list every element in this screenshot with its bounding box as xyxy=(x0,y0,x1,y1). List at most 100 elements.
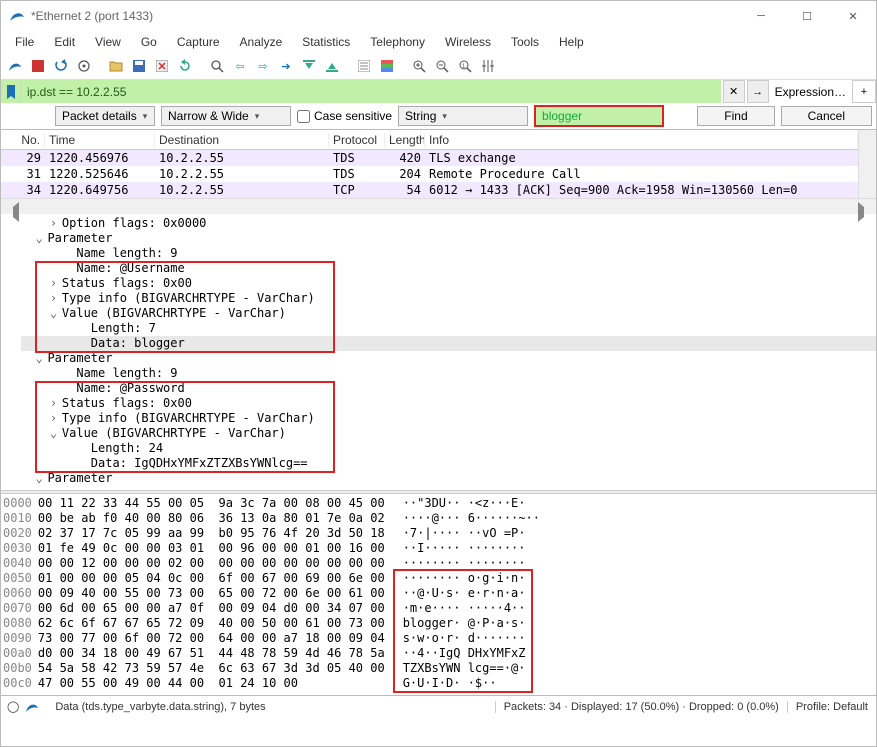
find-icon[interactable] xyxy=(207,56,227,76)
hex-bytes[interactable]: 00 6d 00 65 00 00 a7 0f 00 09 04 d0 00 3… xyxy=(38,601,385,616)
packet-bytes-pane[interactable]: 0000001000200030004000500060007000800090… xyxy=(1,494,876,695)
open-file-icon[interactable] xyxy=(106,56,126,76)
hex-bytes[interactable]: 62 6c 6f 67 67 65 72 09 40 00 50 00 61 0… xyxy=(38,616,385,631)
hex-ascii[interactable]: ····@··· 6······~·· xyxy=(403,511,540,526)
tree-node[interactable]: ›Status flags: 0x00 xyxy=(21,396,876,411)
hex-bytes[interactable]: 00 00 12 00 00 00 02 00 00 00 00 00 00 0… xyxy=(38,556,385,571)
hex-bytes[interactable]: 54 5a 58 42 73 59 57 4e 6c 63 67 3d 3d 0… xyxy=(38,661,385,676)
stop-capture-icon[interactable] xyxy=(28,56,48,76)
tree-node[interactable]: Name: @Username xyxy=(21,261,876,276)
cancel-button[interactable]: Cancel xyxy=(781,106,872,126)
tree-node[interactable]: Data: IgQDHxYMFxZTZXBsYWNlcg== xyxy=(21,456,876,471)
restart-capture-icon[interactable] xyxy=(51,56,71,76)
hex-ascii[interactable]: TZXBsYWN lcg==·@· xyxy=(403,661,540,676)
hex-ascii[interactable]: s·w·o·r· d······· xyxy=(403,631,540,646)
colorize-icon[interactable] xyxy=(377,56,397,76)
search-charset-dropdown[interactable]: Narrow & Wide xyxy=(161,106,291,126)
menu-capture[interactable]: Capture xyxy=(169,33,228,51)
status-profile[interactable]: Profile: Default xyxy=(788,701,876,713)
case-sensitive-checkbox[interactable]: Case sensitive xyxy=(297,109,392,123)
packet-list-vscrollbar[interactable] xyxy=(858,130,876,198)
tree-node[interactable]: ⌄Parameter xyxy=(21,471,876,486)
hex-bytes[interactable]: 01 00 00 00 05 04 0c 00 6f 00 67 00 69 0… xyxy=(38,571,385,586)
col-time[interactable]: Time xyxy=(45,133,155,147)
expression-button[interactable]: Expression… xyxy=(769,80,852,103)
packet-row[interactable]: 341220.64975610.2.2.55TCP546012 → 1433 [… xyxy=(1,182,858,198)
tree-node[interactable]: ›Type info (BIGVARCHRTYPE - VarChar) xyxy=(21,291,876,306)
minimize-button[interactable]: ─ xyxy=(738,1,784,31)
next-icon[interactable]: ⇨ xyxy=(253,56,273,76)
hex-ascii[interactable]: ··@·U·s· e·r·n·a· xyxy=(403,586,540,601)
options-icon[interactable] xyxy=(74,56,94,76)
menu-wireless[interactable]: Wireless xyxy=(437,33,499,51)
hex-ascii[interactable]: ·7·|···· ··vO =P· xyxy=(403,526,540,541)
hex-ascii[interactable]: ··I····· ········ xyxy=(403,541,540,556)
menu-telephony[interactable]: Telephony xyxy=(362,33,433,51)
col-proto[interactable]: Protocol xyxy=(329,133,385,147)
col-dst[interactable]: Destination xyxy=(155,133,329,147)
hex-bytes[interactable]: 00 be ab f0 40 00 80 06 36 13 0a 80 01 7… xyxy=(38,511,385,526)
tree-node[interactable]: ⌄Parameter xyxy=(21,231,876,246)
maximize-button[interactable]: ☐ xyxy=(784,1,830,31)
menu-view[interactable]: View xyxy=(87,33,129,51)
hex-bytes[interactable]: 47 00 55 00 49 00 44 00 01 24 10 00 xyxy=(38,676,385,691)
hex-bytes[interactable]: 00 11 22 33 44 55 00 05 9a 3c 7a 00 08 0… xyxy=(38,496,385,511)
menu-analyze[interactable]: Analyze xyxy=(232,33,291,51)
prev-icon[interactable]: ⇦ xyxy=(230,56,250,76)
search-term-input[interactable]: blogger xyxy=(534,105,664,127)
tree-node[interactable]: ⌄Value (BIGVARCHRTYPE - VarChar) xyxy=(21,306,876,321)
resize-columns-icon[interactable] xyxy=(478,56,498,76)
shark-fin-icon[interactable] xyxy=(5,56,25,76)
tree-node[interactable]: Length: 7 xyxy=(21,321,876,336)
col-len[interactable]: Length xyxy=(385,133,425,147)
hex-bytes[interactable]: 73 00 77 00 6f 00 72 00 64 00 00 a7 18 0… xyxy=(38,631,385,646)
tree-node[interactable]: Data: blogger xyxy=(21,336,876,351)
tree-node[interactable]: ›Type info (BIGVARCHRTYPE - VarChar) xyxy=(21,411,876,426)
tree-node[interactable]: Name: @Password xyxy=(21,381,876,396)
hex-bytes[interactable]: 00 09 40 00 55 00 73 00 65 00 72 00 6e 0… xyxy=(38,586,385,601)
hex-ascii[interactable]: ········ o·g·i·n· xyxy=(403,571,540,586)
goto-first-icon[interactable] xyxy=(299,56,319,76)
hex-ascii[interactable]: ··"3DU·· ·<z···E· xyxy=(403,496,540,511)
tree-node[interactable]: ›Status flags: 0x00 xyxy=(21,276,876,291)
expert-info-icon[interactable] xyxy=(25,700,39,714)
search-scope-dropdown[interactable]: Packet details xyxy=(55,106,155,126)
hex-bytes[interactable]: d0 00 34 18 00 49 67 51 44 48 78 59 4d 4… xyxy=(38,646,385,661)
tree-node[interactable]: ⌄Value (BIGVARCHRTYPE - VarChar) xyxy=(21,426,876,441)
search-type-dropdown[interactable]: String xyxy=(398,106,528,126)
add-filter-button[interactable]: + xyxy=(852,80,876,103)
autoscroll-icon[interactable] xyxy=(354,56,374,76)
menu-file[interactable]: File xyxy=(7,33,42,51)
packet-list-hscrollbar[interactable] xyxy=(1,198,876,214)
goto-last-icon[interactable] xyxy=(322,56,342,76)
hex-bytes[interactable]: 01 fe 49 0c 00 00 03 01 00 96 00 00 01 0… xyxy=(38,541,385,556)
hex-ascii[interactable]: G·U·I·D· ·$·· xyxy=(403,676,540,691)
col-no[interactable]: No. xyxy=(1,133,45,147)
filter-bookmark-icon[interactable] xyxy=(1,80,21,103)
zoom-in-icon[interactable] xyxy=(409,56,429,76)
packet-row[interactable]: 311220.52564610.2.2.55TDS204Remote Proce… xyxy=(1,166,858,182)
tree-node[interactable]: Name length: 9 xyxy=(21,246,876,261)
close-file-icon[interactable] xyxy=(152,56,172,76)
hex-ascii[interactable]: ··4··IgQ DHxYMFxZ xyxy=(403,646,540,661)
col-info[interactable]: Info xyxy=(425,133,858,147)
save-file-icon[interactable] xyxy=(129,56,149,76)
reload-icon[interactable] xyxy=(175,56,195,76)
menu-help[interactable]: Help xyxy=(551,33,592,51)
packet-row[interactable]: 291220.45697610.2.2.55TDS420TLS exchange xyxy=(1,150,858,166)
tree-node[interactable]: Length: 24 xyxy=(21,441,876,456)
jump-icon[interactable]: ➔ xyxy=(276,56,296,76)
hex-ascii[interactable]: blogger· @·P·a·s· xyxy=(403,616,540,631)
zoom-out-icon[interactable] xyxy=(432,56,452,76)
clear-filter-button[interactable]: ✕ xyxy=(723,80,745,103)
close-button[interactable]: ✕ xyxy=(830,1,876,31)
hex-bytes[interactable]: 02 37 17 7c 05 99 aa 99 b0 95 76 4f 20 3… xyxy=(38,526,385,541)
packet-details-pane[interactable]: ›Option flags: 0x0000 ⌄Parameter Name le… xyxy=(1,214,876,490)
menu-statistics[interactable]: Statistics xyxy=(294,33,358,51)
tree-node[interactable]: ⌄Parameter xyxy=(21,351,876,366)
hex-ascii[interactable]: ·m·e···· ·····4·· xyxy=(403,601,540,616)
tree-node[interactable]: ›Option flags: 0x0000 xyxy=(21,216,876,231)
hex-ascii[interactable]: ········ ········ xyxy=(403,556,540,571)
menu-tools[interactable]: Tools xyxy=(503,33,547,51)
zoom-reset-icon[interactable]: 1 xyxy=(455,56,475,76)
